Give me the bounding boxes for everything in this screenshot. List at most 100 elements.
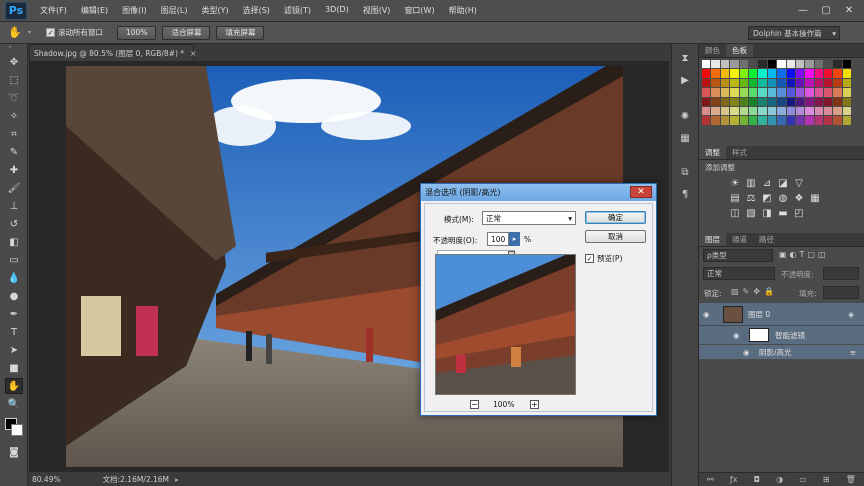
- tool-preset-dropdown-icon[interactable]: ▾: [28, 29, 36, 36]
- swatch[interactable]: [824, 116, 833, 125]
- swatch[interactable]: [814, 116, 824, 125]
- collapse-toolbar-icon[interactable]: »: [0, 44, 27, 52]
- brush-panel-icon[interactable]: ✺: [676, 108, 694, 124]
- opacity-slider-toggle[interactable]: ▸: [509, 232, 520, 246]
- swatch[interactable]: [758, 69, 767, 78]
- tool-marquee[interactable]: ⬚: [5, 72, 23, 88]
- swatch[interactable]: [739, 88, 748, 97]
- swatch[interactable]: [720, 116, 730, 125]
- swatch[interactable]: [730, 116, 739, 125]
- swatch[interactable]: [777, 116, 786, 125]
- tab-swatches[interactable]: 色板: [726, 44, 753, 57]
- swatch[interactable]: [758, 106, 767, 116]
- swatch[interactable]: [814, 106, 824, 116]
- swatch[interactable]: [786, 78, 795, 88]
- swatch[interactable]: [833, 69, 842, 78]
- swatch[interactable]: [842, 88, 852, 97]
- swatch[interactable]: [833, 106, 842, 116]
- swatch[interactable]: [711, 116, 720, 125]
- new-group-icon[interactable]: ▭: [799, 475, 807, 484]
- swatch[interactable]: [758, 116, 767, 125]
- swatch[interactable]: [786, 97, 795, 106]
- swatch[interactable]: [767, 78, 777, 88]
- swatch[interactable]: [702, 116, 711, 125]
- tab-paths[interactable]: 路径: [753, 233, 780, 246]
- new-layer-icon[interactable]: ⊞: [823, 475, 830, 484]
- swatch[interactable]: [730, 69, 739, 78]
- tool-type[interactable]: T: [5, 324, 23, 340]
- maximize-button[interactable]: ▢: [815, 2, 837, 18]
- swatch[interactable]: [805, 78, 814, 88]
- photo-filter-icon[interactable]: ◍: [777, 192, 789, 204]
- dialog-title-bar[interactable]: 混合选项 (阴影/高光) ✕: [421, 184, 656, 201]
- swatch[interactable]: [824, 106, 833, 116]
- swatch[interactable]: [767, 116, 777, 125]
- minimize-button[interactable]: —: [792, 2, 814, 18]
- zoom-level-readout[interactable]: 80.49%: [32, 475, 61, 484]
- swatch[interactable]: [730, 106, 739, 116]
- tool-crop[interactable]: ⌗: [5, 126, 23, 142]
- menu-item[interactable]: 滤镜(T): [277, 5, 318, 16]
- swatch[interactable]: [711, 88, 720, 97]
- posterize-icon[interactable]: ▧: [745, 207, 757, 219]
- menu-item[interactable]: 3D(D): [318, 5, 356, 16]
- tool-clone-stamp[interactable]: ⊥: [5, 198, 23, 214]
- swatch[interactable]: [777, 60, 786, 69]
- swatch[interactable]: [748, 78, 758, 88]
- tool-history-brush[interactable]: ↺: [5, 216, 23, 232]
- swatch[interactable]: [814, 97, 824, 106]
- swatch[interactable]: [786, 106, 795, 116]
- layer-opacity-field[interactable]: [823, 267, 859, 280]
- delete-layer-icon[interactable]: 🗑: [846, 475, 856, 484]
- swatch[interactable]: [702, 106, 711, 116]
- curves-icon[interactable]: ⊿: [761, 177, 773, 189]
- visibility-eye-icon[interactable]: ◉: [733, 331, 747, 340]
- swatch[interactable]: [739, 78, 748, 88]
- menu-item[interactable]: 窗口(W): [397, 5, 441, 16]
- swatch[interactable]: [748, 69, 758, 78]
- opacity-input[interactable]: 100: [487, 232, 509, 246]
- new-adjustment-icon[interactable]: ◑: [776, 475, 783, 484]
- fx-icon[interactable]: ƒx: [730, 475, 738, 484]
- swatch[interactable]: [720, 69, 730, 78]
- tab-styles[interactable]: 样式: [726, 146, 753, 159]
- swatch[interactable]: [805, 69, 814, 78]
- actions-panel-icon[interactable]: ▶: [676, 72, 694, 88]
- tab-adjustments[interactable]: 调整: [699, 146, 726, 159]
- tool-brush[interactable]: 🖌: [5, 180, 23, 196]
- menu-item[interactable]: 视图(V): [356, 5, 398, 16]
- swatch[interactable]: [730, 60, 739, 69]
- swatch[interactable]: [795, 69, 805, 78]
- layer-row[interactable]: ◉ 阴影/高光 ≡: [699, 345, 864, 359]
- swatch[interactable]: [833, 88, 842, 97]
- swatch[interactable]: [786, 116, 795, 125]
- swatch[interactable]: [720, 88, 730, 97]
- tool-move[interactable]: ✥: [5, 54, 23, 70]
- swatch[interactable]: [720, 97, 730, 106]
- invert-icon[interactable]: ◫: [729, 207, 741, 219]
- preview-option[interactable]: ✓ 预览(P): [585, 253, 622, 264]
- swatch[interactable]: [824, 78, 833, 88]
- swatch[interactable]: [842, 60, 852, 69]
- blend-mode-select[interactable]: 正常: [703, 267, 775, 280]
- swatch[interactable]: [805, 116, 814, 125]
- swatch[interactable]: [805, 88, 814, 97]
- tool-lasso[interactable]: ➰: [5, 90, 23, 106]
- swatch[interactable]: [833, 60, 842, 69]
- swatch[interactable]: [805, 106, 814, 116]
- swatch[interactable]: [748, 97, 758, 106]
- zoom-in-button[interactable]: +: [530, 400, 539, 409]
- layer-fill-field[interactable]: [823, 286, 859, 299]
- swatch[interactable]: [748, 60, 758, 69]
- swatch[interactable]: [842, 78, 852, 88]
- tool-eyedropper[interactable]: ✎: [5, 144, 23, 160]
- scroll-all-windows-option[interactable]: ✓ 滚动所有窗口: [46, 27, 103, 38]
- swatch[interactable]: [814, 60, 824, 69]
- swatch[interactable]: [730, 78, 739, 88]
- close-document-icon[interactable]: ×: [190, 49, 196, 58]
- clone-source-icon[interactable]: ⧉: [676, 164, 694, 180]
- swatch[interactable]: [795, 97, 805, 106]
- swatch[interactable]: [777, 88, 786, 97]
- swatch[interactable]: [824, 97, 833, 106]
- tool-gradient[interactable]: ▭: [5, 252, 23, 268]
